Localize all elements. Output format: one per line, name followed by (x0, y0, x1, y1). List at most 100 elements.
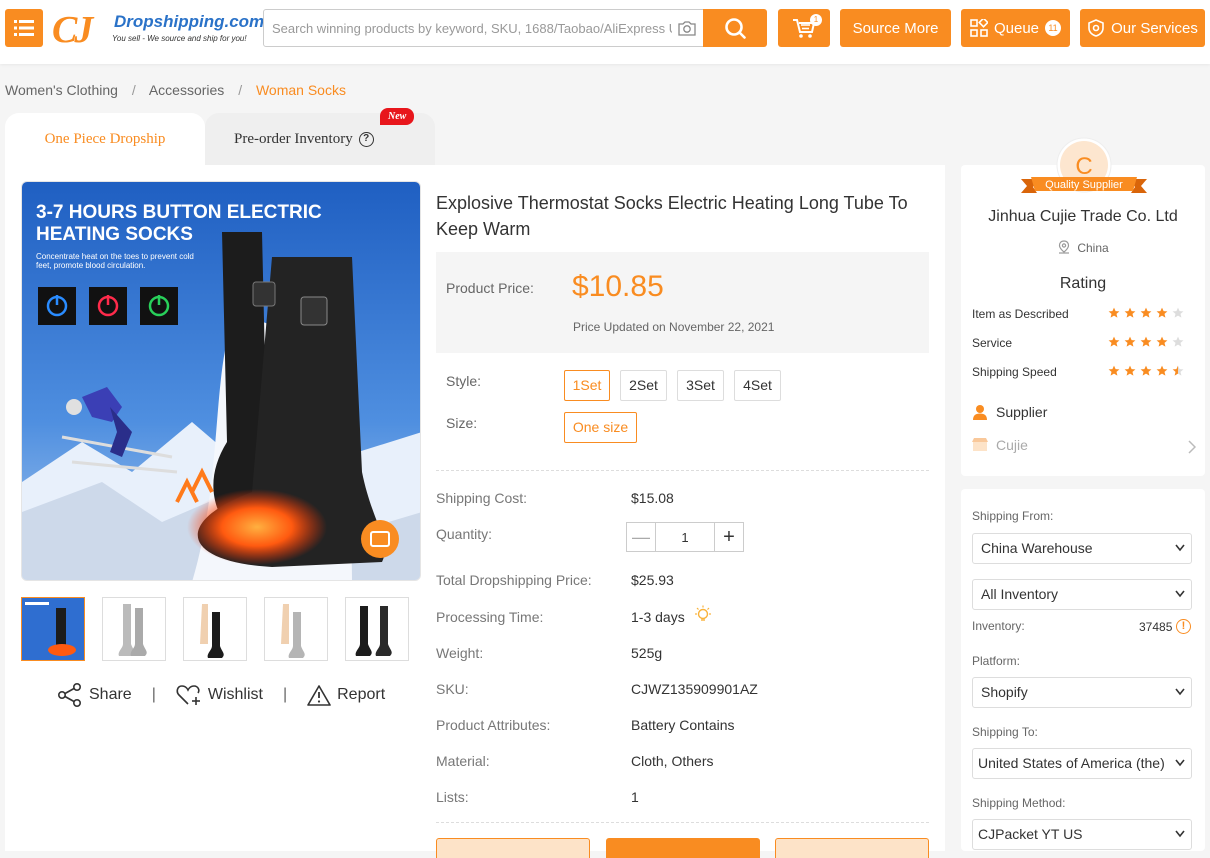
material-label: Material: (436, 753, 490, 769)
camera-icon[interactable] (678, 20, 696, 36)
style-label: Style: (446, 373, 482, 389)
supplier-label: Supplier (996, 404, 1048, 420)
sku-value: CJWZ135909901AZ (631, 681, 758, 697)
weight-label: Weight: (436, 645, 484, 661)
breadcrumb-accessories[interactable]: Accessories (149, 82, 224, 98)
primary-action-button[interactable] (606, 838, 760, 858)
shipping-method-label: Shipping Method: (972, 796, 1066, 810)
services-icon (1088, 19, 1104, 37)
heart-plus-icon (176, 685, 200, 705)
main-product-image[interactable]: 3-7 HOURS BUTTON ELECTRIC HEATING SOCKS … (21, 181, 421, 581)
supplier-country-label: China (1077, 241, 1109, 255)
wishlist-button[interactable]: Wishlist (176, 683, 263, 707)
source-more-button[interactable]: Source More (840, 9, 951, 47)
location-icon (1059, 240, 1070, 254)
star-icon (1172, 336, 1184, 347)
thumbnail-1[interactable] (21, 597, 85, 661)
thumbnail-strip (21, 597, 409, 661)
supplier-card: C Quality Supplier Jinhua Cujie Trade Co… (961, 137, 1205, 476)
supplier-store-link[interactable]: Cujie (972, 437, 1196, 454)
processing-time-label: Processing Time: (436, 609, 544, 625)
search-button[interactable] (703, 9, 767, 47)
supplier-store-name: Cujie (996, 437, 1028, 453)
shipping-from-select[interactable]: China Warehouse (972, 533, 1192, 564)
cart-button[interactable]: 1 (778, 9, 830, 47)
logo-tagline: You sell - We source and ship for you! (112, 34, 247, 43)
menu-icon (14, 20, 34, 36)
platform-value: Shopify (981, 684, 1028, 700)
star-icon (1108, 307, 1120, 318)
lightbulb-icon[interactable] (694, 605, 712, 625)
quantity-label: Quantity: (436, 526, 493, 542)
supplier-link[interactable]: Supplier (972, 404, 1047, 420)
quantity-increase-button[interactable]: + (714, 523, 743, 551)
price-updated: Price Updated on November 22, 2021 (573, 320, 775, 334)
logo-name: Dropshipping.com (114, 12, 265, 31)
quantity-decrease-button[interactable]: — (627, 523, 656, 551)
thumbnail-2[interactable] (102, 597, 166, 661)
our-services-button[interactable]: Our Services (1080, 9, 1205, 47)
rating-item-described-stars (1108, 307, 1184, 319)
shipping-to-select[interactable]: United States of America (the) (972, 748, 1192, 779)
site-logo[interactable]: CJ Dropshipping.com You sell - We source… (52, 6, 264, 51)
queue-button[interactable]: Queue 11 (961, 9, 1070, 47)
style-option-1set[interactable]: 1Set (564, 370, 610, 401)
star-icon (1156, 365, 1168, 376)
quantity-input[interactable]: 1 (656, 523, 714, 551)
share-button[interactable]: Share (57, 683, 132, 707)
inventory-select[interactable]: All Inventory (972, 579, 1192, 610)
product-actions: Share | Wishlist | Report (57, 683, 385, 707)
processing-time-value: 1-3 days (631, 609, 685, 625)
star-icon (1172, 307, 1184, 318)
platform-select[interactable]: Shopify (972, 677, 1192, 708)
queue-count-badge: 11 (1045, 20, 1062, 36)
store-icon (972, 438, 988, 451)
platform-label: Platform: (972, 654, 1021, 668)
supplier-company-name[interactable]: Jinhua Cujie Trade Co. Ltd (961, 208, 1205, 226)
tertiary-action-button[interactable] (775, 838, 929, 858)
thumbnail-3[interactable] (183, 597, 247, 661)
shipping-method-select[interactable]: CJPacket YT US (972, 819, 1192, 850)
size-option-one-size[interactable]: One size (564, 412, 637, 443)
style-option-2set[interactable]: 2Set (620, 370, 667, 401)
report-label: Report (337, 686, 386, 703)
inventory-info-icon[interactable]: ! (1176, 619, 1191, 634)
supplier-country: China (961, 240, 1205, 255)
breadcrumb-womens-clothing[interactable]: Women's Clothing (5, 82, 118, 98)
menu-button[interactable] (5, 9, 43, 47)
shipping-to-value: United States of America (the) (978, 755, 1165, 771)
quantity-stepper: — 1 + (626, 522, 744, 552)
thumbnail-4[interactable] (264, 597, 328, 661)
chevron-down-icon (1175, 544, 1185, 552)
shipping-cost-value: $15.08 (631, 490, 674, 506)
supplier-person-icon (973, 405, 987, 420)
style-option-4set[interactable]: 4Set (734, 370, 781, 401)
total-price-label: Total Dropshipping Price: (436, 572, 592, 588)
breadcrumb-woman-socks[interactable]: Woman Socks (256, 82, 346, 98)
material-value: Cloth, Others (631, 753, 714, 769)
star-icon (1172, 365, 1184, 376)
product-title: Explosive Thermostat Socks Electric Heat… (436, 193, 908, 239)
thumbnail-5[interactable] (345, 597, 409, 661)
image-subtext-1: Concentrate heat on the toes to prevent … (36, 252, 194, 261)
action-separator: | (151, 686, 156, 703)
attributes-label: Product Attributes: (436, 717, 551, 733)
rating-shipping-speed-stars (1108, 365, 1184, 377)
chevron-down-icon (1175, 759, 1185, 767)
secondary-action-button[interactable] (436, 838, 590, 858)
image-headline-2: HEATING SOCKS (36, 224, 193, 245)
search-input[interactable] (272, 19, 672, 37)
search-box (263, 9, 767, 47)
breadcrumb: Women's Clothing / Accessories / Woman S… (5, 82, 356, 98)
shipping-card: Shipping From: China Warehouse All Inven… (961, 489, 1205, 851)
product-panel: 3-7 HOURS BUTTON ELECTRIC HEATING SOCKS … (5, 165, 945, 858)
help-icon[interactable]: ? (358, 132, 374, 148)
new-badge: New (380, 108, 415, 125)
queue-label: Queue (993, 19, 1040, 37)
style-option-3set[interactable]: 3Set (677, 370, 724, 401)
divider (436, 470, 929, 471)
star-icon (1140, 336, 1152, 347)
report-button[interactable]: Report (307, 684, 385, 706)
tab-one-piece-dropship[interactable]: One Piece Dropship (5, 113, 205, 165)
wishlist-label: Wishlist (207, 686, 263, 703)
